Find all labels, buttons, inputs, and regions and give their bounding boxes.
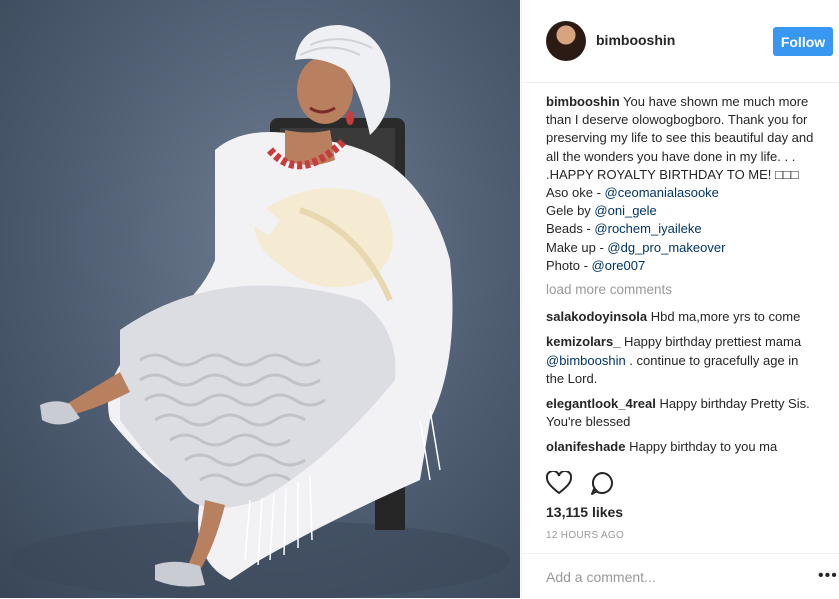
post-sidebar: bimbooshin Follow bimbooshin You have sh… [521,0,839,598]
caption-username[interactable]: bimbooshin [546,94,620,109]
comment-username[interactable]: kemizolars_ [546,334,620,349]
add-comment-input[interactable] [546,566,786,588]
mention-link[interactable]: @rochem_iyaileke [594,221,701,236]
comment-username[interactable]: olanifeshade [546,439,625,454]
load-more-comments-link[interactable]: load more comments [546,281,820,299]
mention-link[interactable]: @ore007 [592,258,646,273]
heart-icon[interactable] [546,471,572,495]
like-count[interactable]: 13,115 likes [546,504,623,520]
post-header: bimbooshin Follow [522,0,839,83]
comment-item: elegantlook_4real Happy birthday Pretty … [546,395,820,431]
caption: bimbooshin You have shown me much more t… [546,93,820,275]
instagram-post: bimbooshin Follow bimbooshin You have sh… [0,0,839,598]
photo-illustration [10,25,510,598]
more-options-icon[interactable]: ••• [818,568,838,584]
mention-link[interactable]: @bimbooshin [546,353,626,368]
header-username[interactable]: bimbooshin [596,32,675,48]
caption-text: Photo - [546,257,592,273]
caption-text: Make up - [546,239,608,255]
comments-section: bimbooshin You have shown me much more t… [546,93,820,465]
avatar[interactable] [546,21,586,61]
comment-icon[interactable] [590,471,616,495]
post-timestamp[interactable]: 12 HOURS AGO [546,530,624,541]
comment-item: salakodoyinsola Hbd ma,more yrs to come [546,308,820,326]
comment-item: olanifeshade Happy birthday to you ma [546,438,820,456]
comment-text: Happy birthday to you ma [625,439,778,455]
caption-text: Gele by [546,203,595,219]
comment-username[interactable]: salakodoyinsola [546,309,647,324]
mention-link[interactable]: @ceomanialasooke [605,185,719,200]
comment-text: Hbd ma,more yrs to come [647,309,801,325]
mention-link[interactable]: @dg_pro_makeover [607,240,725,255]
mention-link[interactable]: @oni_gele [594,203,656,218]
comment-item: kemizolars_ Happy birthday prettiest mam… [546,333,820,388]
follow-button[interactable]: Follow [773,27,833,56]
add-comment-bar: ••• [522,553,839,599]
comment-text: Happy birthday prettiest mama [620,334,802,350]
caption-text: Beads - [546,221,595,237]
post-photo[interactable] [0,0,520,598]
comment-username[interactable]: elegantlook_4real [546,396,656,411]
post-actions [546,471,630,497]
